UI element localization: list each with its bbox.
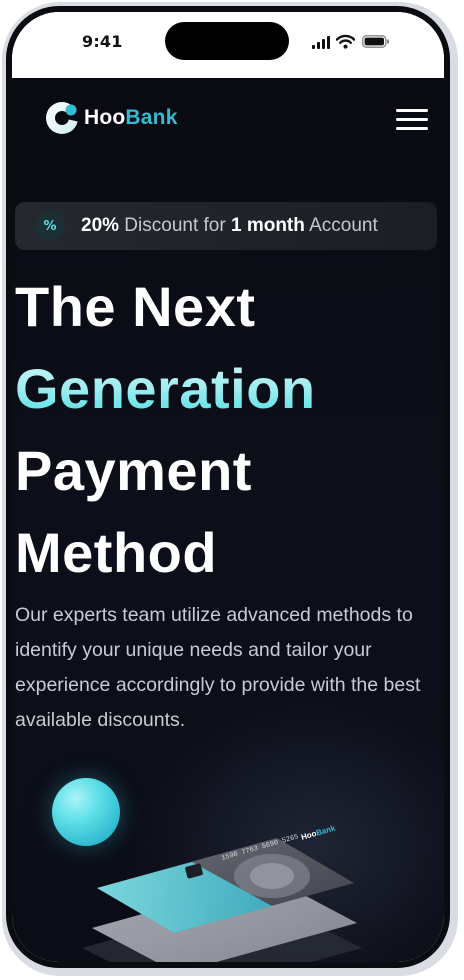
- screen: 9:41 HooBank % 20% Discount for 1 month …: [12, 12, 444, 962]
- discount-banner: % 20% Discount for 1 month Account: [15, 202, 437, 250]
- logo-icon: [46, 102, 80, 134]
- dynamic-island: [165, 22, 289, 60]
- hero-title-line-4: Method: [15, 521, 218, 584]
- app-content: HooBank % 20% Discount for 1 month Accou…: [12, 78, 444, 962]
- status-bar: 9:41: [12, 12, 444, 78]
- discount-duration: 1 month: [230, 215, 305, 236]
- discount-text: 20% Discount for 1 month Account: [81, 215, 378, 237]
- menu-icon: [396, 109, 428, 113]
- battery-icon: [362, 35, 389, 48]
- discount-icon: %: [35, 211, 65, 241]
- navbar: HooBank: [12, 78, 444, 158]
- hero-title: The Next Generation Payment Method: [15, 266, 316, 594]
- signal-icon: [312, 36, 330, 49]
- hero-description: Our experts team utilize advanced method…: [15, 604, 421, 731]
- menu-icon-bar: [396, 127, 428, 131]
- card-brand-suffix: Bank: [315, 823, 337, 837]
- discount-text-2: Account: [304, 215, 378, 236]
- discount-text-1: Discount for: [119, 215, 231, 236]
- wifi-icon: [336, 34, 355, 49]
- brand-name-suffix: Bank: [125, 106, 178, 129]
- menu-icon-bar: [396, 118, 428, 122]
- card-illustration: 1598 7763 5690 5265 HooBank: [82, 823, 362, 962]
- hero-title-line-3: Payment: [15, 439, 252, 502]
- status-time: 9:41: [82, 32, 123, 51]
- menu-button[interactable]: [396, 109, 430, 133]
- brand-logo[interactable]: HooBank: [44, 100, 178, 136]
- hero-title-line-1: The Next: [15, 275, 256, 338]
- discount-percent: 20%: [81, 215, 120, 236]
- brand-name: HooBank: [84, 106, 178, 130]
- hero-title-highlight: Generation: [15, 348, 316, 430]
- card-brand: HooBank: [300, 823, 337, 841]
- brand-name-prefix: Hoo: [84, 106, 126, 129]
